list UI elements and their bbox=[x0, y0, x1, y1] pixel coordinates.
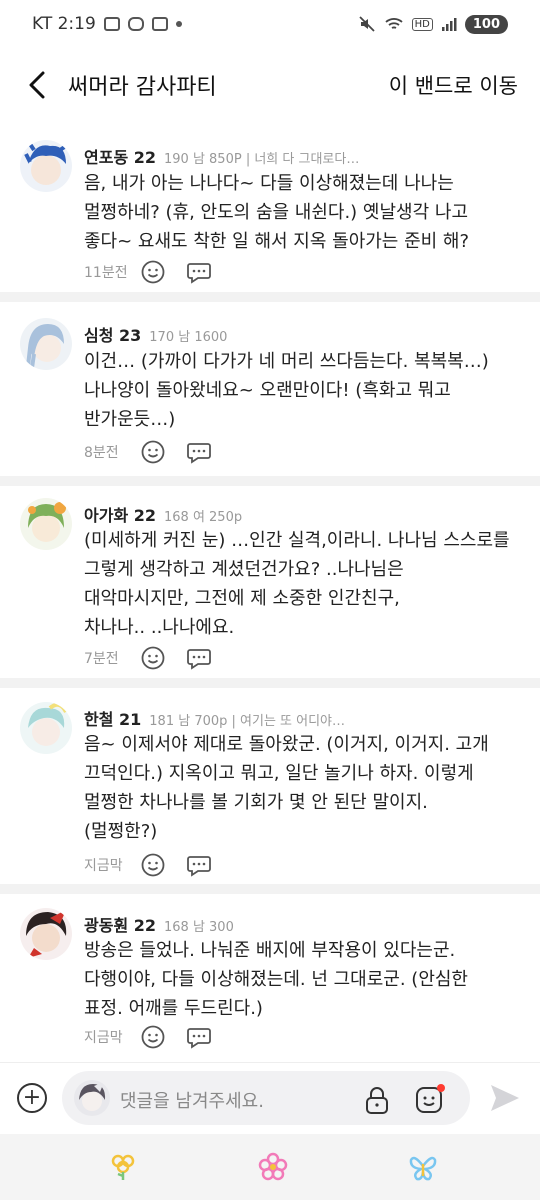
comment-composer: + 댓글을 남겨주세요. bbox=[0, 1062, 540, 1132]
speech-bubble-icon[interactable] bbox=[186, 852, 212, 878]
author-name[interactable]: 연포동 22 bbox=[84, 144, 156, 168]
plus-circle-icon: + bbox=[22, 1085, 42, 1110]
comment-input[interactable]: 댓글을 남겨주세요. bbox=[62, 1071, 470, 1125]
comment-text: (미세하게 커진 눈) …인간 실격,이라니. 나나님 스스로를 그렇게 생각하… bbox=[84, 530, 510, 638]
comment-footer: 지금막 bbox=[84, 1024, 232, 1050]
comment-item: 광동훤 22 168 남 300 방송은 들었나. 나눠준 배지에 부작용이 있… bbox=[0, 894, 540, 1060]
comment-text: 음~ 이제서야 제대로 돌아왔군. (이거지, 이거지. 고개 끄덕인다.) 지… bbox=[84, 734, 489, 842]
my-avatar bbox=[74, 1080, 110, 1116]
author-profile-info: 190 남 850P | 너희 다 그대로다… bbox=[164, 152, 360, 167]
comment-item: 심청 23 170 남 1600 이건… (가까이 다가가 네 머리 쓰다듬는다… bbox=[0, 302, 540, 486]
hd-badge: HD bbox=[411, 17, 433, 31]
speech-bubble-icon[interactable] bbox=[186, 259, 212, 285]
back-button[interactable] bbox=[22, 70, 52, 100]
comment-footer: 7분전 bbox=[84, 645, 232, 671]
sticker-icon[interactable] bbox=[414, 1083, 446, 1115]
comment-time: 11분전 bbox=[84, 265, 128, 281]
status-bar: KT 2:19 HD 100 bbox=[0, 0, 540, 48]
comment-meta: 한철 21 181 남 700p | 여기는 또 어디야… bbox=[84, 706, 345, 730]
author-profile-info: 168 남 300 bbox=[164, 920, 234, 935]
signal-icon bbox=[441, 18, 457, 31]
lock-icon[interactable] bbox=[362, 1085, 392, 1115]
speech-bubble-icon[interactable] bbox=[186, 645, 212, 671]
scan-icon bbox=[151, 17, 168, 31]
comment-text: 이건… (가까이 다가가 네 머리 쓰다듬는다. 복복복…) 나나양이 돌아왔네… bbox=[84, 351, 489, 430]
send-icon[interactable] bbox=[488, 1081, 522, 1115]
flower-pink-icon[interactable] bbox=[258, 1152, 288, 1182]
author-name[interactable]: 아가화 22 bbox=[84, 502, 156, 526]
flower-yellow-icon[interactable] bbox=[108, 1152, 138, 1182]
author-profile-info: 181 남 700p | 여기는 또 어디야… bbox=[149, 714, 346, 729]
comment-footer: 8분전 bbox=[84, 439, 232, 465]
comment-placeholder: 댓글을 남겨주세요. bbox=[120, 1091, 264, 1112]
wifi-icon bbox=[385, 18, 403, 29]
comment-time: 지금막 bbox=[84, 858, 123, 874]
comment-time: 7분전 bbox=[84, 651, 119, 667]
speech-bubble-icon[interactable] bbox=[186, 439, 212, 465]
comment-list[interactable]: 연포동 22 190 남 850P | 너희 다 그대로다… 음, 내가 아는 … bbox=[0, 128, 540, 1060]
comment-meta: 광동훤 22 168 남 300 bbox=[84, 912, 234, 936]
author-name[interactable]: 광동훤 22 bbox=[84, 912, 156, 936]
comment-text: 음, 내가 아는 나나다~ 다들 이상해졌는데 나나는 멀쩡하네? (휴, 안도… bbox=[84, 173, 470, 252]
discord-icon bbox=[127, 17, 144, 31]
add-attachment-button[interactable]: + bbox=[17, 1083, 47, 1113]
bottom-navigation bbox=[0, 1134, 540, 1200]
smiley-icon[interactable] bbox=[140, 645, 166, 671]
mute-icon bbox=[358, 16, 375, 32]
battery-indicator: 100 bbox=[464, 14, 508, 34]
smiley-icon[interactable] bbox=[140, 439, 166, 465]
speech-bubble-icon[interactable] bbox=[186, 1024, 212, 1050]
avatar[interactable] bbox=[20, 318, 72, 370]
carrier-time: KT 2:19 bbox=[32, 14, 96, 34]
comment-item: 아가화 22 168 여 250p (미세하게 커진 눈) …인간 실격,이라니… bbox=[0, 486, 540, 688]
smiley-icon[interactable] bbox=[140, 852, 166, 878]
author-profile-info: 168 여 250p bbox=[164, 510, 243, 525]
comment-time: 지금막 bbox=[84, 1030, 123, 1046]
avatar[interactable] bbox=[20, 498, 72, 550]
comment-footer: 지금막 bbox=[84, 852, 232, 878]
comment-item: 연포동 22 190 남 850P | 너희 다 그대로다… 음, 내가 아는 … bbox=[0, 128, 540, 302]
author-name[interactable]: 심청 23 bbox=[84, 322, 141, 346]
comment-meta: 아가화 22 168 여 250p bbox=[84, 502, 242, 526]
comment-text: 방송은 들었나. 나눠준 배지에 부작용이 있다는군. 다행이야, 다들 이상해… bbox=[84, 940, 468, 1019]
butterfly-blue-icon[interactable] bbox=[408, 1152, 438, 1182]
go-to-band-button[interactable]: 이 밴드로 이동 bbox=[389, 70, 518, 100]
more-dot-icon bbox=[175, 21, 182, 27]
comment-time: 8분전 bbox=[84, 445, 119, 461]
comment-meta: 심청 23 170 남 1600 bbox=[84, 322, 227, 346]
comment-meta: 연포동 22 190 남 850P | 너희 다 그대로다… bbox=[84, 144, 359, 168]
page-title: 써머라 감사파티 bbox=[68, 75, 217, 100]
smiley-icon[interactable] bbox=[140, 1024, 166, 1050]
author-name[interactable]: 한철 21 bbox=[84, 706, 141, 730]
screenshot-icon bbox=[103, 17, 120, 31]
avatar[interactable] bbox=[20, 702, 72, 754]
chevron-left-icon bbox=[29, 71, 45, 99]
smiley-icon[interactable] bbox=[140, 259, 166, 285]
avatar[interactable] bbox=[20, 140, 72, 192]
author-profile-info: 170 남 1600 bbox=[149, 330, 228, 345]
comment-footer: 11분전 bbox=[84, 259, 232, 285]
avatar[interactable] bbox=[20, 908, 72, 960]
comment-item: 한철 21 181 남 700p | 여기는 또 어디야… 음~ 이제서야 제대… bbox=[0, 688, 540, 894]
app-header: 써머라 감사파티 이 밴드로 이동 bbox=[0, 48, 540, 122]
